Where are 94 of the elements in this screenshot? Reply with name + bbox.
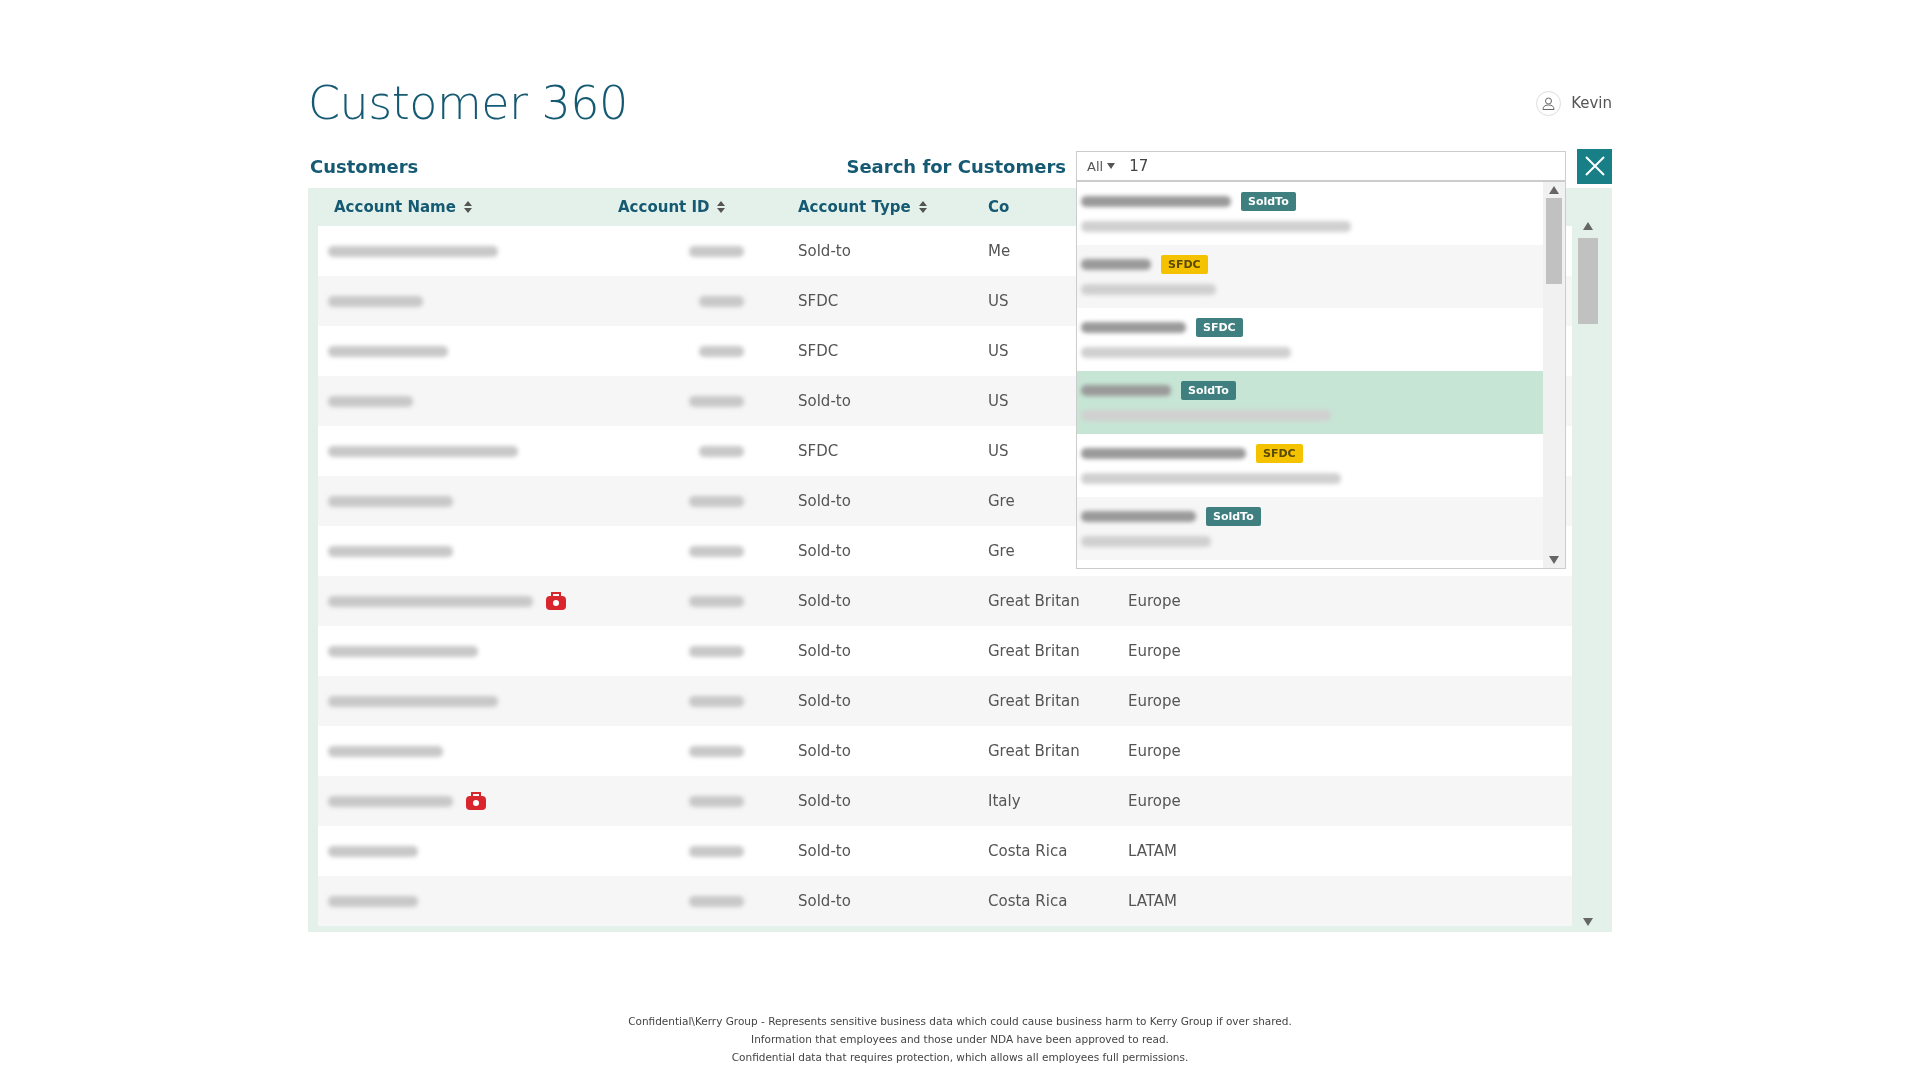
close-button[interactable] [1577,148,1612,184]
table-cell: SFDC [798,292,839,310]
blurred-text [689,845,744,857]
table-row[interactable]: Sold-to Great Britan Europe [318,676,1572,726]
table-cell: Gre [988,492,1015,510]
table-row[interactable]: Sold-to Great Britan Europe [318,626,1572,676]
table-cell: Sold-to [798,692,851,710]
table-cell: Sold-to [798,792,851,810]
table-row[interactable]: Sold-to Great Britan Europe [318,726,1572,776]
table-cell: Sold-to [798,892,851,910]
table-row[interactable]: Sold-to Costa Rica LATAM [318,876,1572,926]
source-tag: SoldTo [1181,381,1236,400]
blurred-text [689,645,744,657]
scroll-up-icon[interactable] [1583,222,1593,230]
search-field[interactable]: All 17 [1076,151,1566,181]
table-cell: Great Britan [988,592,1080,610]
confidentiality-note: Confidential\Kerry Group - Represents sensitive business data which could cause business harm to Kerry Group if over shared. [628,1014,1292,1029]
blurred-text [689,395,744,407]
blurred-text [689,495,744,507]
column-header[interactable]: Co [988,198,1010,216]
table-cell: LATAM [1128,842,1177,860]
blurred-text [1081,259,1151,270]
table-cell: Sold-to [798,492,851,510]
table-cell: SFDC [798,342,839,360]
blurred-text [689,895,744,907]
table-row[interactable]: Sold-to Great Britan Europe [318,576,1572,626]
result-item[interactable]: SoldTo [1077,497,1543,560]
page-title: Customer 360 [308,76,628,130]
caret-icon [1107,163,1116,169]
blurred-text [689,595,744,607]
table-cell: Great Britan [988,692,1080,710]
table-cell: Me [988,242,1011,260]
table-cell: Costa Rica [988,842,1068,860]
scope-dropdown[interactable]: All [1087,158,1116,174]
scrollbar[interactable] [1543,182,1565,568]
briefcase-icon [465,791,487,811]
search-label: Search for Customers [846,155,1066,177]
user-name: Kevin [1571,94,1612,112]
column-header[interactable]: Account Type [798,198,927,216]
scroll-down-icon[interactable] [1583,918,1593,926]
blurred-text [699,445,744,457]
sort-icon[interactable] [918,201,927,213]
source-tag: SFDC [1256,444,1303,463]
table-cell: Europe [1128,642,1181,660]
result-item[interactable]: SoldTo [1077,371,1543,434]
column-header[interactable]: Account ID [618,198,726,216]
table-cell: US [988,392,1009,410]
table-cell: Sold-to [798,642,851,660]
table-cell: Sold-to [798,242,851,260]
table-cell: Costa Rica [988,892,1068,910]
blurred-text [689,695,744,707]
table-cell: Sold-to [798,742,851,760]
source-tag: SoldTo [1241,192,1296,211]
scrollbar-thumb[interactable] [1546,198,1562,284]
table-cell: US [988,442,1009,460]
column-header[interactable]: Account Name [334,198,472,216]
blurred-text [689,745,744,757]
blurred-text [699,295,744,307]
blurred-text [689,545,744,557]
source-tag: SFDC [1196,318,1243,337]
table-cell: Europe [1128,692,1181,710]
table-row[interactable]: Sold-to Italy Europe [318,776,1572,826]
table-cell: Italy [988,792,1021,810]
table-cell: Sold-to [798,842,851,860]
blurred-text [689,245,744,257]
table-cell: Great Britan [988,742,1080,760]
table-cell: Great Britan [988,642,1080,660]
confidentiality-note: Confidential data that requires protection, which allows all employees full permissions. [731,1050,1189,1065]
table-cell: Europe [1128,792,1181,810]
table-cell: Sold-to [798,542,851,560]
source-tag: SoldTo [1206,507,1261,526]
scrollbar-thumb[interactable] [1578,238,1598,324]
result-item[interactable]: SFDC [1077,245,1543,308]
table-cell: Europe [1128,742,1181,760]
source-tag: SFDC [1161,255,1208,274]
section-heading: Customers [310,155,419,177]
table-cell: US [988,292,1009,310]
sort-icon[interactable] [463,201,472,213]
sort-icon[interactable] [717,201,726,213]
table-cell: Sold-to [798,592,851,610]
table-cell: US [988,342,1009,360]
scroll-up-icon[interactable] [1549,186,1559,194]
table-cell: Europe [1128,592,1181,610]
close-icon [1584,156,1605,176]
table-cell: Gre [988,542,1015,560]
scroll-down-icon[interactable] [1549,556,1559,564]
confidentiality-note: Information that employees and those under NDA have been approved to read. [751,1032,1169,1047]
table-cell: Sold-to [798,392,851,410]
table-cell: SFDC [798,442,839,460]
briefcase-icon [545,591,567,611]
blurred-text [689,795,744,807]
table-cell: LATAM [1128,892,1177,910]
blurred-text [699,345,744,357]
table-row[interactable]: Sold-to Costa Rica LATAM [318,826,1572,876]
